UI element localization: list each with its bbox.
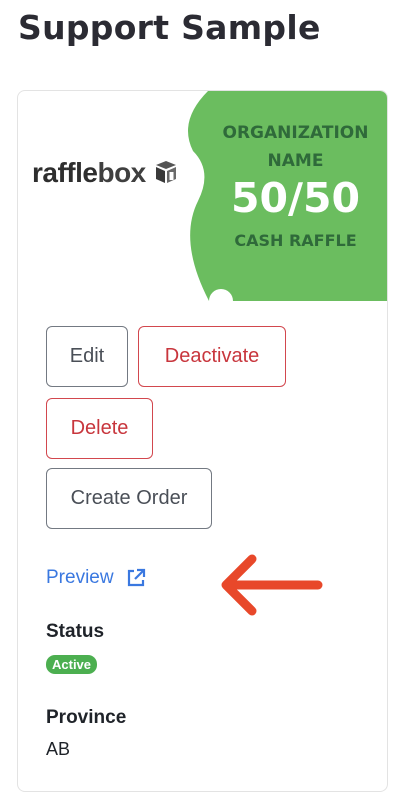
ticket-cash-text: CASH RAFFLE — [234, 231, 357, 250]
ticket-org-line2: NAME — [267, 151, 324, 171]
page-title: Support Sample — [18, 8, 321, 47]
province-value: AB — [46, 739, 71, 759]
province-label: Province — [46, 707, 127, 728]
logo-text-raffle: raffle — [32, 157, 98, 188]
status-badge: Active — [46, 655, 98, 674]
logo-text-box: box — [97, 157, 146, 188]
status-label: Status — [46, 621, 105, 642]
create-order-button[interactable]: Create Order — [46, 468, 212, 529]
rafflebox-logo: rafflebox — [32, 157, 179, 189]
delete-button[interactable]: Delete — [46, 398, 153, 459]
ticket-org-name: ORGANIZATION NAME — [208, 119, 383, 175]
annotation-arrow-icon — [221, 554, 323, 616]
external-link-icon — [127, 568, 145, 587]
preview-link[interactable]: Preview — [46, 567, 146, 589]
ticket-big-text: 50/50 — [230, 174, 361, 222]
edit-button[interactable]: Edit — [46, 326, 128, 387]
deactivate-button[interactable]: Deactivate — [138, 326, 286, 387]
preview-label: Preview — [46, 567, 114, 588]
raffle-card: rafflebox ORGANIZATION NAME 50/50 CASH R… — [17, 90, 388, 792]
box-logo-icon — [156, 161, 177, 183]
raffle-banner: rafflebox ORGANIZATION NAME 50/50 CASH R… — [18, 91, 387, 301]
ticket-org-line1: ORGANIZATION — [222, 123, 369, 143]
